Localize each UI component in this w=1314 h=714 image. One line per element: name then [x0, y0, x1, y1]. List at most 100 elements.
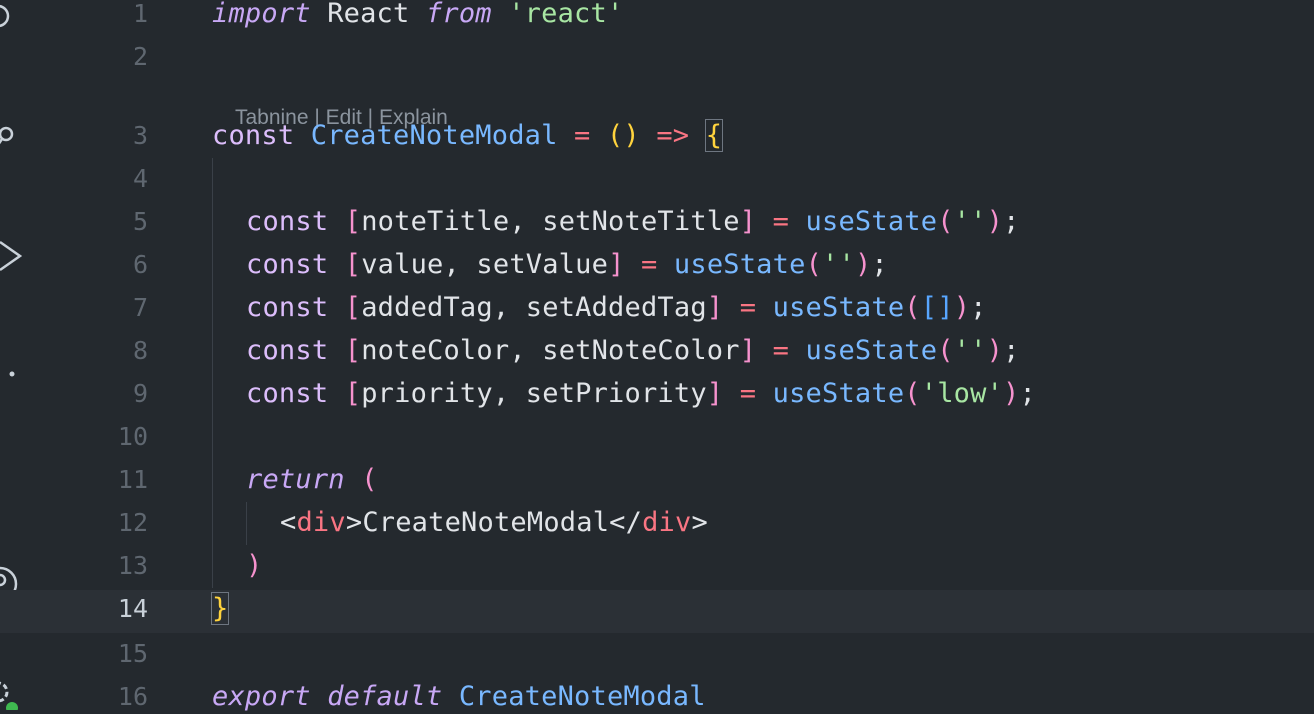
identifier: setNoteTitle	[542, 206, 740, 237]
line-number: 1	[132, 0, 148, 28]
keyword: const	[246, 378, 329, 409]
line-number: 6	[132, 250, 148, 279]
punctuation: >	[345, 507, 363, 538]
bracket: ()	[606, 120, 640, 151]
code-line[interactable]: 1 import React from 'react'	[0, 0, 1314, 43]
identifier: priority	[361, 378, 493, 409]
keyword: from	[425, 0, 492, 29]
line-number: 11	[117, 465, 148, 494]
punctuation: ;	[1003, 335, 1020, 366]
bracket: [	[328, 292, 362, 323]
string: ''	[953, 206, 987, 237]
bracket: (	[904, 378, 921, 409]
bracket: )	[854, 249, 872, 280]
identifier: addedTag	[361, 292, 493, 323]
string: ''	[953, 335, 987, 366]
identifier: React	[310, 0, 426, 29]
keyword: const	[246, 206, 329, 237]
line-number: 14	[117, 594, 148, 623]
line-code: const [addedTag, setAddedTag] = useState…	[246, 286, 987, 329]
bracket: )	[1003, 378, 1020, 409]
bracket: ]	[739, 335, 757, 366]
line-number: 3	[132, 121, 148, 150]
line-code: const [value, setValue] = useState('');	[246, 243, 888, 286]
identifier: setNoteColor	[542, 335, 740, 366]
punctuation: ,	[509, 335, 543, 366]
line-code: }	[210, 587, 230, 630]
code-line[interactable]: 9 const [priority, setPriority] = useSta…	[0, 378, 1314, 423]
operator: =	[723, 292, 773, 323]
line-number: 7	[132, 293, 148, 322]
bracket: (	[937, 206, 954, 237]
line-number: 10	[117, 422, 148, 451]
jsx-tag: div	[296, 507, 346, 538]
line-code: const CreateNoteModal = () => {	[212, 114, 724, 157]
punctuation: ,	[443, 249, 477, 280]
code-line[interactable]: 3 const CreateNoteModal = () => {	[0, 119, 1314, 165]
line-number: 15	[117, 639, 148, 668]
function-call: useState	[772, 378, 905, 409]
bracket: (	[937, 335, 954, 366]
code-line[interactable]: 12 <div>CreateNoteModal</div>	[0, 507, 1314, 552]
operator: =	[723, 378, 773, 409]
function-call: useState	[805, 206, 938, 237]
function-name: CreateNoteModal	[294, 120, 558, 151]
line-number: 9	[132, 379, 148, 408]
line-number: 8	[132, 336, 148, 365]
code-line[interactable]: 13 )	[0, 550, 1314, 595]
jsx-text: CreateNoteModal	[362, 507, 610, 538]
bracket: )	[986, 335, 1004, 366]
bracket: ]	[706, 378, 724, 409]
bracket: )	[246, 550, 263, 581]
line-code: const [noteColor, setNoteColor] = useSta…	[246, 329, 1020, 372]
line-code: import React from 'react'	[212, 0, 623, 35]
code-line-current[interactable]: 14 }	[0, 590, 1314, 633]
bracket: )	[986, 206, 1004, 237]
keyword: const	[212, 120, 295, 151]
line-number: 13	[117, 551, 148, 580]
punctuation: ,	[492, 292, 526, 323]
keyword: const	[246, 249, 329, 280]
line-number: 5	[132, 207, 148, 236]
function-call: useState	[772, 292, 905, 323]
punctuation: ,	[509, 206, 543, 237]
bracket: [	[328, 206, 362, 237]
bracket: (	[805, 249, 823, 280]
string: 'low'	[920, 378, 1004, 409]
line-code: )	[246, 544, 262, 587]
keyword: const	[246, 335, 329, 366]
bracket: (	[904, 292, 921, 323]
identifier: noteColor	[361, 335, 510, 366]
line-code: export default CreateNoteModal	[212, 675, 706, 714]
punctuation: ,	[492, 378, 526, 409]
keyword: import	[212, 0, 311, 29]
code-editor[interactable]: Tabnine | Edit | Explain 1 import React …	[0, 0, 1314, 714]
code-line[interactable]: 16 export default CreateNoteModal	[0, 681, 1314, 714]
line-code: const [priority, setPriority] = useState…	[246, 372, 1036, 415]
line-code: <div>CreateNoteModal</div>	[280, 501, 708, 544]
string: 'react'	[491, 0, 624, 29]
identifier: noteTitle	[361, 206, 510, 237]
operator: =	[756, 335, 806, 366]
bracket: [	[328, 249, 362, 280]
bracket: [	[328, 335, 362, 366]
function-call: useState	[673, 249, 806, 280]
line-number: 4	[132, 164, 148, 193]
operator: =	[756, 206, 806, 237]
bracket: ]	[739, 206, 757, 237]
keyword: return	[246, 464, 345, 495]
identifier: setValue	[476, 249, 609, 280]
operator: =>	[639, 120, 706, 151]
line-number: 2	[132, 42, 148, 71]
punctuation: >	[691, 507, 708, 538]
bracket: ]	[608, 249, 625, 280]
line-code: const [noteTitle, setNoteTitle] = useSta…	[246, 200, 1020, 243]
punctuation: ;	[871, 249, 888, 280]
code-line[interactable]: 10	[0, 422, 1314, 466]
keyword: default	[310, 681, 443, 712]
punctuation: ;	[970, 292, 987, 323]
code-line[interactable]: 2	[0, 42, 1314, 86]
bracket: [	[328, 378, 362, 409]
operator: =	[624, 249, 674, 280]
keyword: export	[212, 681, 311, 712]
